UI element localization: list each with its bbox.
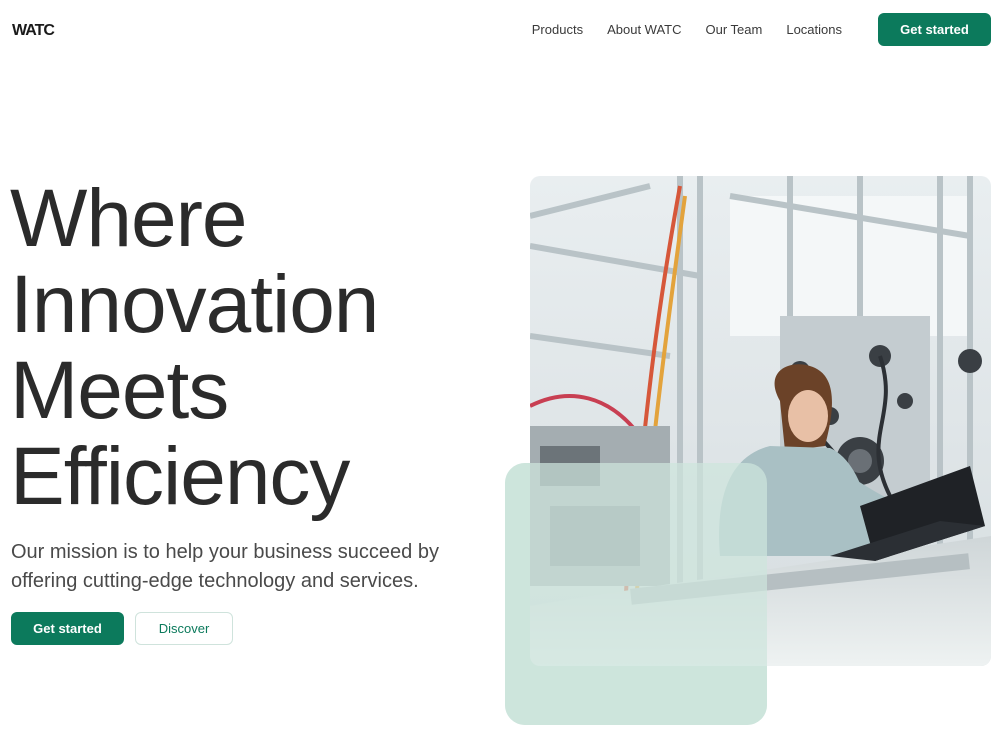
hero-title-line: Where [10,173,248,264]
hero-get-started-button[interactable]: Get started [11,612,124,645]
nav-link-locations[interactable]: Locations [774,22,854,38]
hero-title: Where Innovation Meets Efficiency [10,176,480,520]
nav-link-about[interactable]: About WATC [595,22,693,38]
hero-subtitle: Our mission is to help your business suc… [11,541,439,592]
nav-get-started-button[interactable]: Get started [878,13,991,46]
nav-links: Products About WATC Our Team Locations [520,22,854,38]
watc-logo[interactable]: WATC [12,21,84,37]
hero-title-line: Meets [10,345,229,436]
lab-photo-illustration [530,176,991,666]
top-navigation: WATC Products About WATC Our Team Locati… [0,0,1000,60]
landing-page: WATC Products About WATC Our Team Locati… [0,0,1000,750]
nav-link-team[interactable]: Our Team [694,22,775,38]
hero-photo-engineer-at-laptop [530,176,991,666]
nav-link-products[interactable]: Products [520,22,595,38]
hero-title-line: Efficiency [10,431,350,522]
hero-discover-button[interactable]: Discover [135,612,233,645]
svg-text:WATC: WATC [12,22,55,37]
hero-title-line: Innovation [10,259,379,350]
